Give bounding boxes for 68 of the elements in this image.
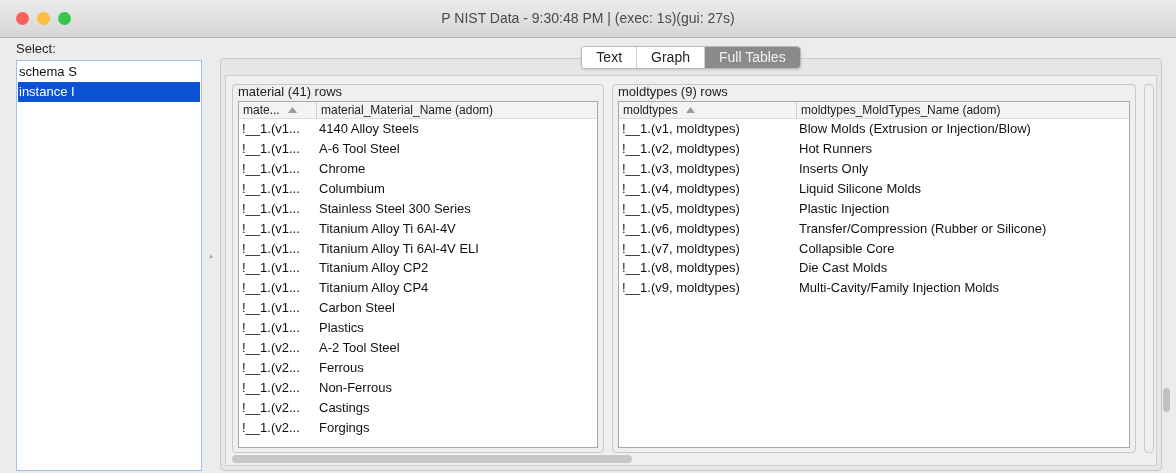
column-header[interactable]: mate... (239, 102, 317, 118)
table-cell-text: Ferrous (318, 358, 365, 377)
table-cell-text: !__1.(v1... (241, 239, 301, 258)
column-header[interactable]: moldtypes (619, 102, 797, 118)
table-cell-text: !__1.(v1... (241, 279, 301, 298)
table-cell-text: Non-Ferrous (318, 378, 393, 397)
table-cell-text: Plastic Injection (798, 199, 891, 218)
zoom-button[interactable] (58, 12, 71, 25)
table-cell-text: !__1.(v1... (241, 319, 301, 338)
table-cell-text: !__1.(v1... (241, 120, 301, 139)
table-cell-text: !__1.(v6, moldtypes) (621, 219, 741, 238)
table-cell-text: Titanium Alloy CP2 (318, 259, 430, 278)
table-cell-text: Blow Molds (Extrusion or Injection/Blow) (798, 120, 1032, 139)
column-header[interactable]: moldtypes_MoldTypes_Name (adom) (797, 102, 1129, 118)
table-cell-text: Titanium Alloy Ti 6Al-4V ELI (318, 239, 480, 258)
table-cell-text: !__1.(v2... (241, 358, 301, 377)
table-cell-text: !__1.(v1... (241, 299, 301, 318)
list-item[interactable]: instance I (18, 82, 200, 102)
table-cell-text: !__1.(v2... (241, 398, 301, 417)
table-cell-text: !__1.(v2, moldtypes) (621, 140, 741, 159)
table-cell-text: !__1.(v1, moldtypes) (621, 120, 741, 139)
sort-ascending-icon (287, 107, 297, 113)
window-title: P NIST Data - 9:30:48 PM | (exec: 1s)(gui: 27s) (441, 9, 735, 28)
table-cell-text: Transfer/Compression (Rubber or Silicone) (798, 219, 1048, 238)
table-cell-text: !__1.(v1... (241, 179, 301, 198)
table-cell-text: !__1.(v1... (241, 199, 301, 218)
table-cell-text: A-2 Tool Steel (318, 339, 401, 357)
tab[interactable]: Text (582, 47, 637, 68)
table-cell-text: Carbon Steel (318, 299, 396, 318)
table-cell-text: !__1.(v7, moldtypes) (621, 239, 741, 258)
table-cell-text: Castings (318, 398, 371, 417)
table-cell-text: Columbium (318, 179, 386, 198)
sort-ascending-icon (685, 107, 695, 113)
table-cell-text: Die Cast Molds (798, 259, 889, 278)
table-cell-text: !__1.(v8, moldtypes) (621, 259, 741, 278)
column-header[interactable]: material_Material_Name (adom) (317, 102, 597, 118)
table-cell-text: !__1.(v4, moldtypes) (621, 179, 741, 198)
table-cell-text: !__1.(v5, moldtypes) (621, 199, 741, 218)
table-cell-text: 4140 Alloy Steels (318, 120, 420, 139)
table-title: moldtypes (9) rows (618, 83, 729, 101)
table-cell-text: !__1.(v1... (241, 140, 301, 159)
table-cell-text: !__1.(v1... (241, 159, 301, 178)
table-cell-text: Plastics (318, 319, 365, 338)
table-cell-text: !__1.(v2... (241, 418, 301, 437)
table-cell-text: !__1.(v9, moldtypes) (621, 279, 741, 298)
table-cell-text: Titanium Alloy CP4 (318, 279, 430, 298)
table-cell-text: !__1.(v3, moldtypes) (621, 159, 741, 178)
table-cell-text: Forgings (318, 418, 371, 437)
table-cell-text: Multi-Cavity/Family Injection Molds (798, 279, 1001, 298)
table-cell-text: !__1.(v2... (241, 339, 301, 357)
table-cell-text: A-6 Tool Steel (318, 140, 401, 159)
table-cell-text: Titanium Alloy Ti 6Al-4V (318, 219, 457, 238)
close-button[interactable] (16, 12, 29, 25)
table-cell-text: !__1.(v1... (241, 259, 301, 278)
select-label: Select: (16, 40, 57, 58)
list-item[interactable]: schema S (18, 62, 200, 82)
table-cell-text: Hot Runners (798, 140, 873, 159)
tab[interactable]: Graph (636, 47, 704, 68)
table-title: material (41) rows (238, 83, 344, 101)
splitter-arrow-icon[interactable] (209, 253, 213, 258)
table-cell-text: Liquid Silicone Molds (798, 179, 923, 198)
table-cell-text: !__1.(v2... (241, 378, 301, 397)
table-cell-text: Collapsible Core (798, 239, 896, 258)
table-cell-text: Inserts Only (798, 159, 870, 178)
minimize-button[interactable] (37, 12, 50, 25)
table-cell-text: Chrome (318, 159, 367, 178)
table-cell-text: Stainless Steel 300 Series (318, 199, 472, 218)
table-cell-text: !__1.(v1... (241, 219, 301, 238)
